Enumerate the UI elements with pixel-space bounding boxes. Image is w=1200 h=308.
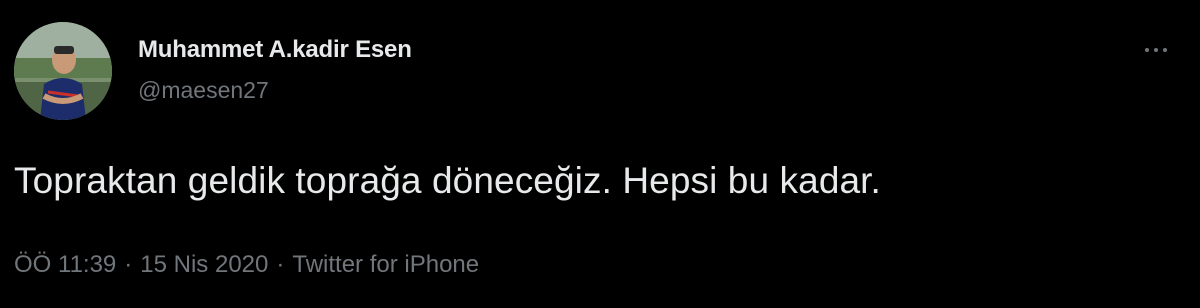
tweet-source[interactable]: Twitter for iPhone xyxy=(292,251,479,278)
more-dots-icon xyxy=(1145,48,1149,52)
more-dots-icon xyxy=(1154,48,1158,52)
tweet-card: Muhammet A.kadir Esen @maesen27 Toprakta… xyxy=(0,0,1200,308)
avatar[interactable] xyxy=(14,22,112,120)
tweet-meta: ÖÖ 11:39 · 15 Nis 2020 · Twitter for iPhone xyxy=(14,251,479,279)
author-handle[interactable]: @maesen27 xyxy=(138,77,269,104)
avatar-photo-icon xyxy=(14,22,112,120)
meta-separator: · xyxy=(124,251,133,278)
tweet-time[interactable]: ÖÖ 11:39 xyxy=(14,251,116,278)
meta-separator: · xyxy=(276,251,285,278)
more-dots-icon xyxy=(1163,48,1167,52)
tweet-date[interactable]: 15 Nis 2020 xyxy=(140,251,268,278)
tweet-text: Topraktan geldik toprağa döneceğiz. Heps… xyxy=(14,160,881,201)
more-options-button[interactable] xyxy=(1138,36,1174,64)
author-name[interactable]: Muhammet A.kadir Esen xyxy=(138,36,412,64)
